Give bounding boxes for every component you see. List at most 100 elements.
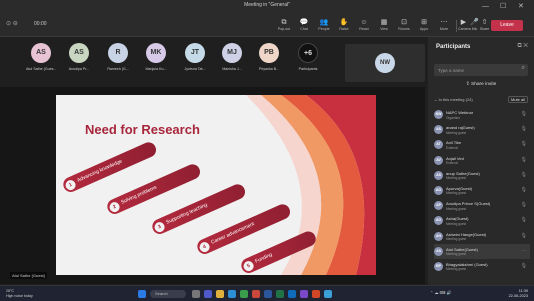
list-item[interactable]: AP Anudipa Prince S(Guest) Meeting guest…	[434, 198, 530, 213]
participant-tile[interactable]: AS Anudipa Pr...	[64, 43, 94, 71]
mic-off-icon: 🎙	[520, 141, 527, 148]
more-participants-tile[interactable]: +6 Participants	[293, 43, 323, 71]
list-item[interactable]: AS anup Sathe(Guest) Meeting guest 🎙	[434, 168, 530, 183]
react-icon: ☺	[360, 19, 368, 26]
panel-title: Participants	[436, 44, 471, 50]
participant-tile[interactable]: MK Manjula Ku...	[141, 43, 171, 71]
search-input[interactable]	[438, 66, 514, 74]
point-number: 3	[152, 220, 166, 234]
list-item[interactable]: AT Anil Tike External 🎙	[434, 137, 530, 152]
people-button[interactable]: 👥 People	[314, 18, 334, 35]
share-invite-button[interactable]: ⇪ Share invite	[434, 79, 528, 90]
participant-name: Ashwini Hange(Guest)	[446, 231, 487, 237]
participant-name: Manisha J...	[222, 67, 242, 71]
window-title: Meeting in "General"	[244, 2, 290, 8]
start-icon[interactable]	[138, 290, 146, 298]
app-icon[interactable]	[300, 290, 308, 298]
participant-role: External	[446, 161, 458, 166]
participant-tile[interactable]: PB Priyanka B...	[254, 43, 284, 71]
shared-slide: Need for Research 1 Advancing knowledge …	[56, 95, 376, 275]
avatar: AT	[434, 140, 443, 150]
task-view-icon[interactable]	[192, 290, 200, 298]
list-item[interactable]: BP Bhagyalakshmi (Guest) Meeting guest 🎙	[434, 259, 530, 274]
file-explorer-icon[interactable]	[216, 290, 224, 298]
system-tray[interactable]: ⌃ ☁ ⌨ 🔊	[430, 290, 451, 295]
point-number: 5	[241, 259, 255, 273]
presenter-label: Atul Sathe (Guest)	[10, 272, 47, 279]
shield-icon: ⊙ ⊖	[6, 21, 18, 27]
app-icon[interactable]	[312, 290, 320, 298]
powerpoint-icon[interactable]	[252, 290, 260, 298]
list-item[interactable]: NW NAPC Webinar Organiser 🎙	[434, 107, 530, 122]
participant-search[interactable]: ⌕	[434, 64, 528, 76]
participant-role: Meeting guest	[446, 176, 467, 181]
more-options-icon[interactable]: ⋯	[522, 248, 527, 254]
list-item[interactable]: AV Anjali Ved External 🎙	[434, 153, 530, 168]
participant-tile[interactable]: R Ramesh (G...	[103, 43, 133, 71]
participant-name: Asha(Guest)	[446, 216, 469, 222]
close-icon[interactable]: ✕	[523, 43, 528, 49]
maximize-button[interactable]: ☐	[500, 2, 506, 12]
view-button[interactable]: ▦ View	[374, 18, 394, 35]
close-window-button[interactable]: ✕	[518, 2, 524, 12]
participant-role: Organiser	[446, 115, 460, 120]
chrome-icon[interactable]	[240, 290, 248, 298]
camera-button[interactable]: ▶ Camera	[458, 18, 471, 35]
list-item[interactable]: AH Ashwini Hange(Guest) Meeting guest 🎙	[434, 229, 530, 244]
share-button[interactable]: ⇧ Share	[479, 18, 490, 35]
participant-name: Ramesh (G...	[107, 67, 129, 71]
outlook-icon[interactable]	[288, 290, 296, 298]
avatar: AS	[69, 43, 89, 63]
rooms-button[interactable]: ⊡ Rooms	[394, 18, 414, 35]
meeting-toolbar: ⊙ ⊖ 00:00 ⧉ Pop-out 💬 Chat 👥 People ✋ Ra…	[0, 15, 534, 37]
participant-tile[interactable]: JT Jyotsna Tat...	[180, 43, 210, 71]
avatar: AV	[434, 155, 443, 165]
edge-icon[interactable]	[228, 290, 236, 298]
point-number: 2	[107, 200, 121, 214]
raise-hand-button[interactable]: ✋ Raise	[334, 18, 354, 35]
taskbar-clock[interactable]: 11:39 22-06-2023	[509, 289, 528, 299]
participant-name: anand rajGuest)	[446, 125, 475, 131]
list-item[interactable]: AG Asha(Guest) Meeting guest 🎙	[434, 213, 530, 228]
participant-role: Meeting guest	[446, 252, 467, 257]
avatar: BP	[434, 261, 443, 271]
rooms-icon: ⊡	[401, 19, 407, 26]
list-item[interactable]: AS Atul Sathe(Guest) Meeting guest ⋯	[434, 243, 530, 259]
chat-button[interactable]: 💬 Chat	[294, 18, 314, 35]
participant-role: Meeting guest	[446, 191, 467, 196]
taskbar-search[interactable]: Search	[150, 290, 186, 298]
leave-button[interactable]: Leave	[491, 20, 523, 31]
word-icon[interactable]	[264, 290, 272, 298]
apps-button[interactable]: ⊞ Apps	[414, 18, 434, 35]
weather-widget[interactable]: 28°C High noise today	[6, 289, 33, 299]
excel-icon[interactable]	[276, 290, 284, 298]
teams-icon[interactable]	[204, 290, 212, 298]
react-button[interactable]: ☺ React	[354, 18, 374, 35]
participant-name: Priyanka B...	[258, 67, 280, 71]
avatar: PB	[259, 43, 279, 63]
participant-name: anup Sathe(Guest)	[446, 170, 480, 176]
avatar: R	[108, 43, 128, 63]
minimize-button[interactable]: —	[482, 2, 489, 12]
in-meeting-section-header[interactable]: ⌄ In this meeting (24) Mute all	[434, 96, 528, 105]
self-view-tile[interactable]: NW	[345, 44, 425, 82]
point-number: 4	[197, 240, 211, 254]
participant-name: Jyotsna Tat...	[184, 67, 206, 71]
popout-button[interactable]: ⧉ Pop-out	[274, 18, 294, 35]
participant-name: Atul Sathe(Guest)	[446, 246, 478, 252]
mic-off-icon: 🎙	[520, 217, 527, 224]
list-item[interactable]: AG Apurva(Guest) Meeting guest 🎙	[434, 183, 530, 198]
participant-tile[interactable]: AS Atul Sathe (Gues...	[26, 43, 56, 71]
mute-all-button[interactable]: Mute all	[507, 96, 528, 103]
point-text: Funding	[254, 251, 274, 265]
teams-meeting-window: Meeting in "General" — ☐ ✕ ⊙ ⊖ 00:00 ⧉ P…	[0, 0, 534, 301]
participant-tile[interactable]: MJ Manisha J...	[217, 43, 247, 71]
app-icon[interactable]	[324, 290, 332, 298]
share-icon: ⇧	[481, 19, 488, 26]
more-button[interactable]: ⋯ More	[434, 18, 454, 35]
avatar: NW	[375, 53, 395, 73]
popout-panel-icon[interactable]: ⧉	[517, 43, 521, 49]
participant-name: Anjali Ved	[446, 155, 464, 161]
list-item[interactable]: AS anand rajGuest) Meeting guest 🎙	[434, 122, 530, 137]
mic-off-icon: 🎙	[520, 232, 527, 239]
